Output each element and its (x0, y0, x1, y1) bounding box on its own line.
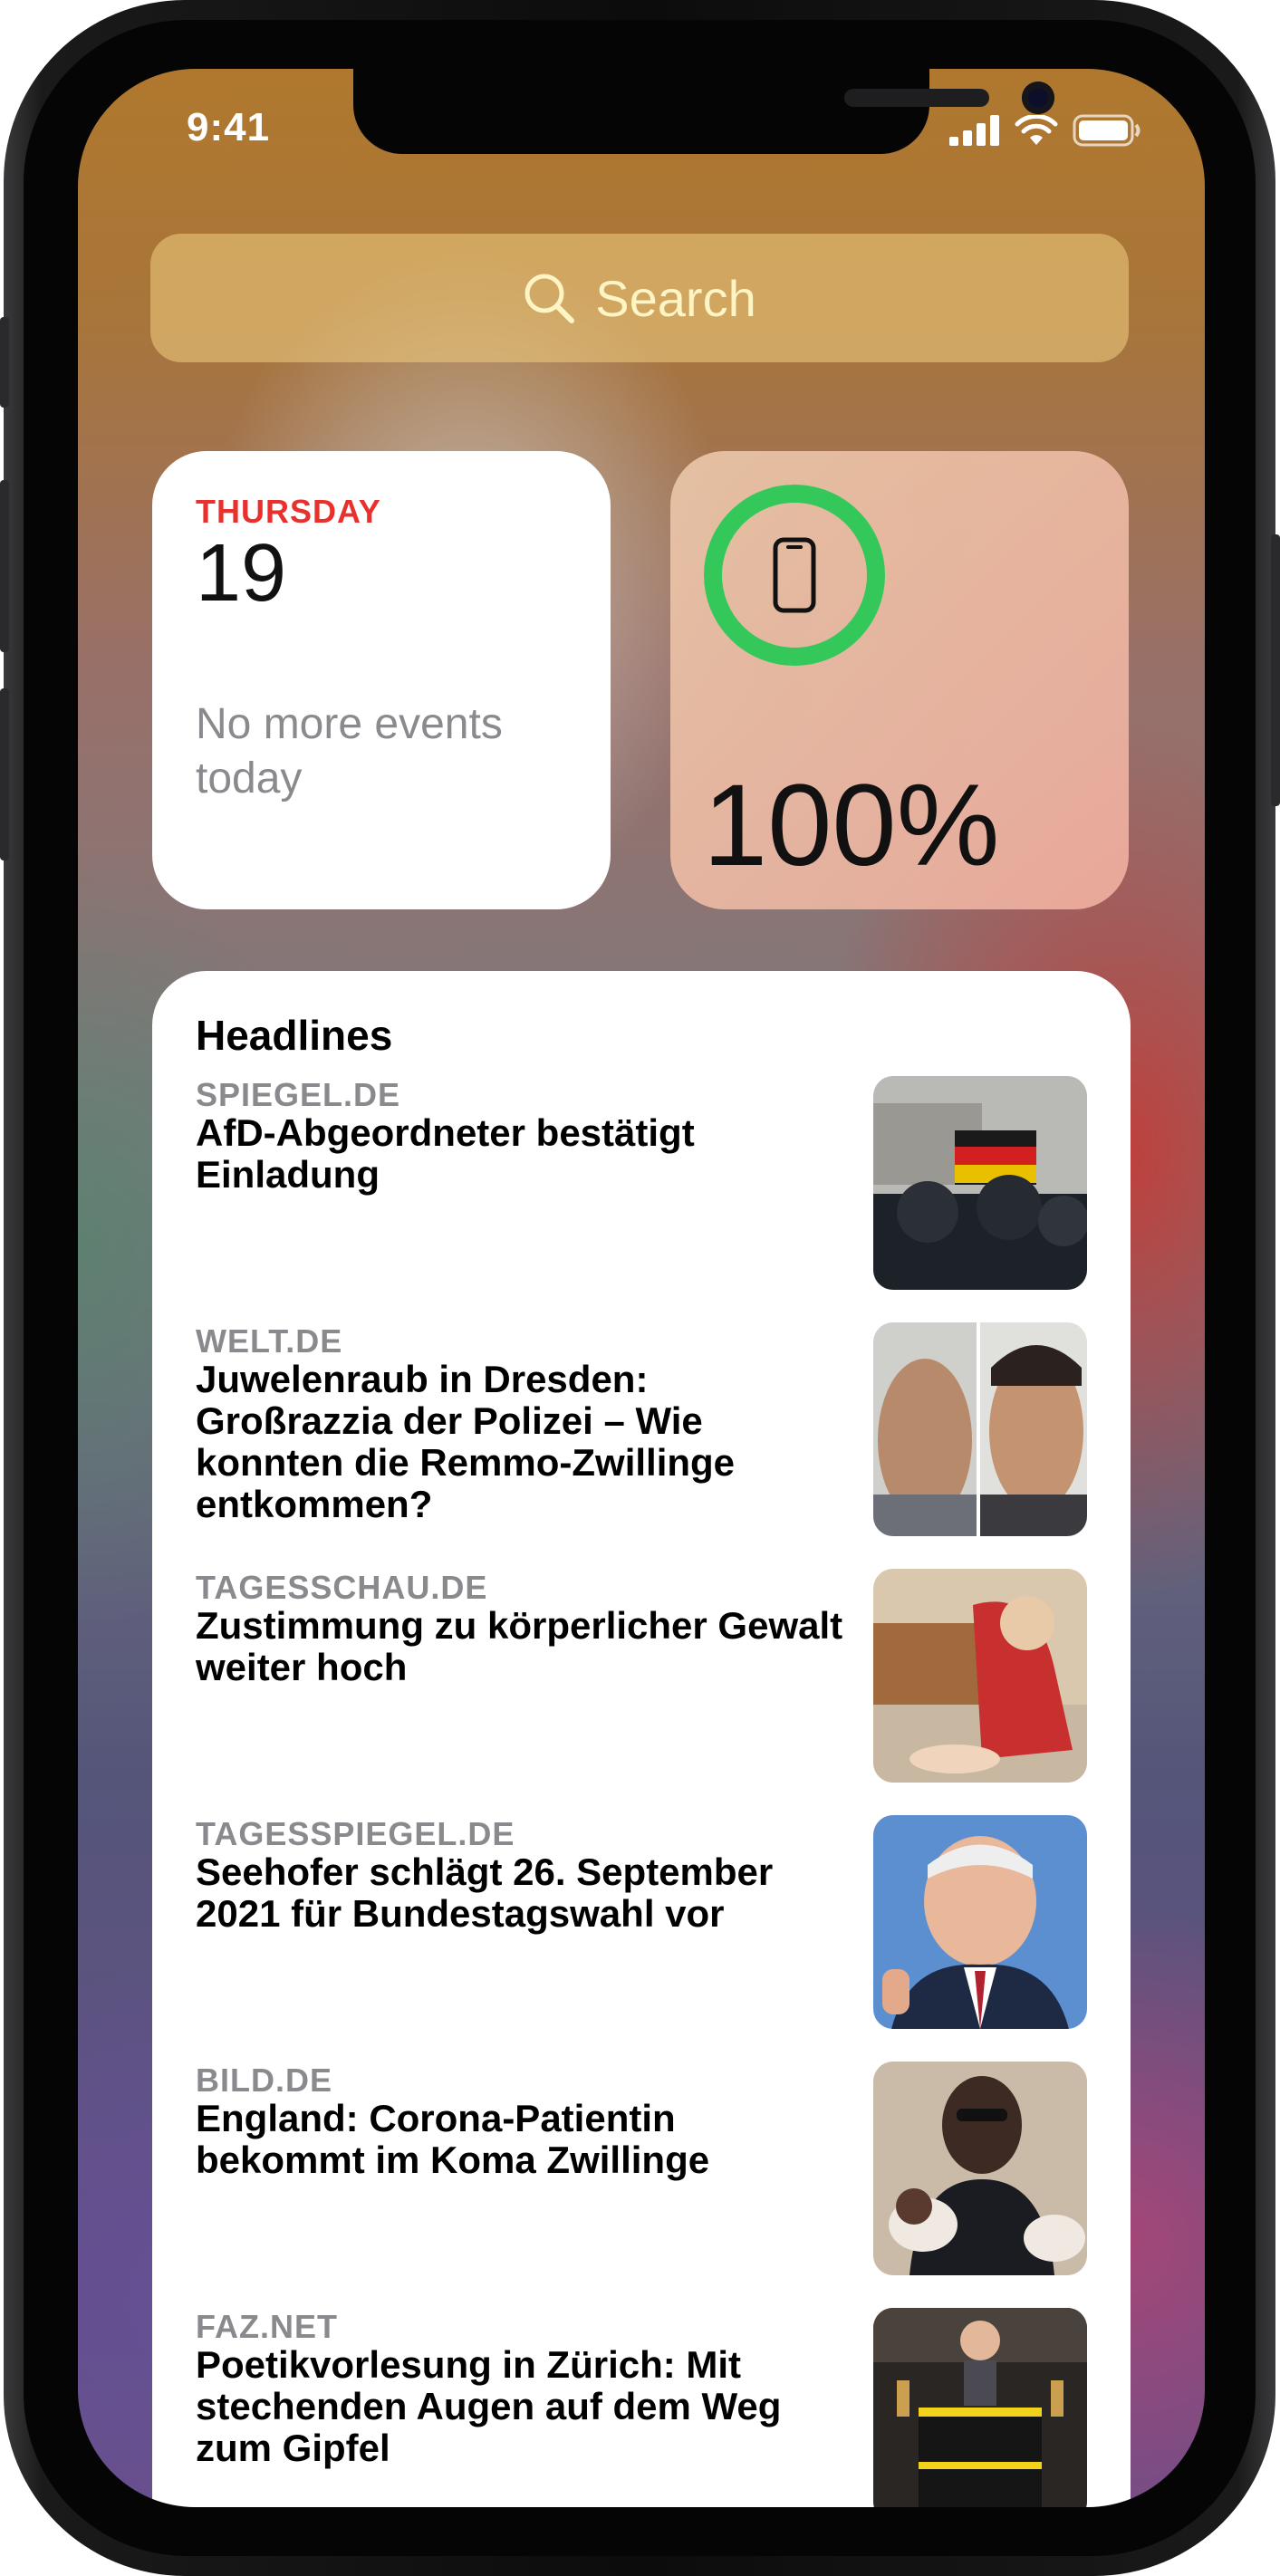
calendar-date: 19 (196, 528, 287, 619)
search-placeholder: Search (595, 269, 756, 327)
headline-thumbnail (873, 1569, 1087, 1783)
calendar-events-note: No more events today (196, 700, 503, 803)
headline-item[interactable]: FAZ.NET Poetikvorlesung in Zürich: Mit s… (196, 2308, 1087, 2507)
headline-thumbnail (873, 1322, 1087, 1536)
battery-icon (1073, 114, 1140, 147)
cellular-signal-icon (949, 115, 999, 146)
headline-source: TAGESSCHAU.DE (196, 1569, 488, 1606)
battery-widget[interactable]: 100% (670, 451, 1129, 909)
headline-item[interactable]: WELT.DE Juwelenraub in Dresden: Großrazz… (196, 1322, 1087, 1536)
today-view-screen: 9:41 Search THURSDAY 19 No more events t… (78, 69, 1205, 2507)
iphone-icon (773, 537, 816, 613)
headline-text: England: Corona-Patientin bekommt im Kom… (196, 2097, 710, 2181)
earpiece-speaker (844, 89, 989, 107)
headline-text: Zustimmung zu körperlicher Gewalt weiter… (196, 1604, 843, 1688)
headline-item[interactable]: TAGESSPIEGEL.DE Seehofer schlägt 26. Sep… (196, 1815, 1087, 2029)
headline-source: TAGESSPIEGEL.DE (196, 1815, 515, 1852)
headline-source: SPIEGEL.DE (196, 1076, 401, 1113)
headline-source: FAZ.NET (196, 2308, 338, 2345)
headline-text: Seehofer schlägt 26. September 2021 für … (196, 1850, 774, 1935)
battery-ring (704, 485, 885, 666)
headline-text: AfD-Abgeordneter bestätigt Einladung (196, 1111, 695, 1196)
headline-item[interactable]: BILD.DE England: Corona-Patientin bekomm… (196, 2062, 1087, 2275)
volume-down-button (0, 688, 9, 860)
status-time: 9:41 (187, 105, 271, 149)
search-icon (525, 274, 575, 323)
wifi-icon (1015, 115, 1058, 145)
headline-source: BILD.DE (196, 2062, 332, 2099)
headline-text: Juwelenraub in Dresden: Großrazzia der P… (196, 1358, 736, 1525)
status-icons (949, 114, 1141, 147)
battery-percentage: 100% (703, 761, 1000, 890)
notch (353, 69, 1054, 154)
headline-source: WELT.DE (196, 1322, 343, 1360)
side-button (1271, 534, 1280, 806)
search-field[interactable]: Search (150, 234, 1129, 362)
headlines-title: Headlines (196, 1012, 393, 1059)
calendar-widget[interactable]: THURSDAY 19 No more events today (152, 451, 611, 909)
headline-thumbnail (873, 1076, 1087, 1290)
front-camera (1022, 82, 1054, 114)
mute-switch (0, 317, 9, 408)
volume-up-button (0, 480, 9, 652)
headline-thumbnail (873, 1815, 1087, 2029)
headline-thumbnail (873, 2308, 1087, 2507)
headline-thumbnail (873, 2062, 1087, 2275)
headline-item[interactable]: SPIEGEL.DE AfD-Abgeordneter bestätigt Ei… (196, 1076, 1087, 1290)
headline-item[interactable]: TAGESSCHAU.DE Zustimmung zu körperlicher… (196, 1569, 1087, 1783)
headlines-widget[interactable]: Headlines SPIEGEL.DE AfD-Abgeordneter be… (152, 971, 1131, 2507)
headline-text: Poetikvorlesung in Zürich: Mit stechende… (196, 2343, 782, 2469)
calendar-weekday: THURSDAY (196, 493, 381, 530)
